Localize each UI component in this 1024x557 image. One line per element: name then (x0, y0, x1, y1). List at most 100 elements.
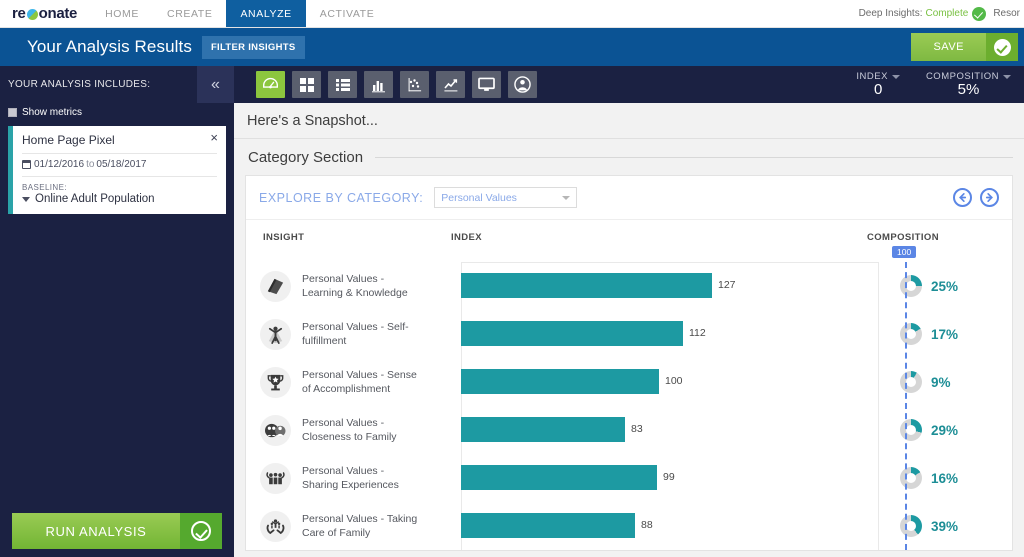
composition-value: 17% (931, 327, 958, 342)
index-bar-cell[interactable]: 99 (461, 454, 879, 502)
index-bar[interactable] (461, 513, 635, 538)
composition-donut-icon (900, 371, 922, 393)
insight-label-line1: Personal Values - (302, 417, 384, 429)
account-menu-label[interactable]: Resor (993, 8, 1020, 19)
sidebar-collapse-button[interactable]: « (197, 66, 234, 103)
run-analysis-confirm-icon[interactable] (180, 513, 222, 549)
book-icon (260, 271, 291, 302)
next-category-button[interactable] (980, 188, 999, 207)
person-arms-raised-icon (260, 319, 291, 350)
nav-item-create[interactable]: CREATE (153, 0, 226, 27)
index-bar-cell[interactable]: 112 (461, 310, 879, 358)
index-bar[interactable] (461, 273, 712, 298)
composition-cell: 17% (879, 323, 1012, 345)
family-group-icon (260, 415, 291, 446)
person-icon[interactable] (508, 71, 537, 98)
index-bar[interactable] (461, 465, 657, 490)
monitor-icon[interactable] (472, 71, 501, 98)
logo-text-post: onate (39, 5, 78, 22)
sidebar-title: YOUR ANALYSIS INCLUDES: (8, 79, 150, 90)
index-bar-cell[interactable]: 100 (461, 358, 879, 406)
table-row[interactable]: Personal Values - Senseof Accomplishment… (246, 358, 1012, 406)
composition-value: 9% (931, 375, 951, 390)
index-bar-value: 112 (689, 327, 706, 339)
list-icon[interactable] (328, 71, 357, 98)
insight-label: Personal Values - Taking Care of Family (302, 512, 422, 540)
close-icon[interactable]: × (210, 131, 218, 144)
composition-donut-icon (900, 275, 922, 297)
category-pager (953, 188, 999, 207)
nav-item-activate[interactable]: ACTIVATE (306, 0, 389, 27)
index-bar-cell[interactable]: 83 (461, 406, 879, 454)
composition-cell: 25% (879, 275, 1012, 297)
column-header-index: INDEX (451, 232, 867, 262)
composition-cell: 29% (879, 419, 1012, 441)
composition-value: 39% (931, 519, 958, 534)
baseline-selector[interactable]: Online Adult Population (22, 192, 217, 205)
filter-insights-button[interactable]: FILTER INSIGHTS (202, 36, 305, 59)
insight-label-line2: Learning & Knowledge (302, 287, 408, 299)
explore-bar: EXPLORE BY CATEGORY: Personal Values (246, 176, 1012, 220)
chevron-down-icon (892, 75, 900, 79)
snapshot-heading: Here's a Snapshot... (234, 103, 1024, 139)
metric-index[interactable]: INDEX 0 (830, 71, 900, 98)
show-metrics-toggle[interactable]: Show metrics (0, 103, 234, 126)
insight-rows: Personal Values - Learning & Knowledge 127… (246, 262, 1012, 550)
metric-composition-value: 5% (926, 82, 1011, 98)
index-bar[interactable] (461, 321, 683, 346)
composition-donut-icon (900, 323, 922, 345)
grid-icon[interactable] (292, 71, 321, 98)
insight-label: Personal Values - Senseof Accomplishment (302, 368, 422, 396)
insight-label-line1: Personal Values - Taking (302, 513, 417, 525)
index-bar-chart: 100 Personal Values - Learning & Knowledg… (246, 262, 1012, 550)
table-row[interactable]: Personal Values -Closeness to Family8329… (246, 406, 1012, 454)
metric-index-value: 0 (856, 82, 900, 98)
nav-item-analyze[interactable]: ANALYZE (226, 0, 305, 27)
bar-chart-icon[interactable] (364, 71, 393, 98)
category-select[interactable]: Personal Values (434, 187, 577, 208)
table-row[interactable]: Personal Values - Taking Care of Family 88… (246, 502, 1012, 550)
baseline-label: BASELINE: (22, 177, 217, 192)
index-bar-cell[interactable]: 88 (461, 502, 879, 550)
save-button[interactable]: SAVE (911, 33, 1018, 61)
index-bar[interactable] (461, 417, 625, 442)
composition-cell: 9% (879, 371, 1012, 393)
insight-cell: Personal Values -Sharing Experiences (246, 463, 461, 494)
composition-cell: 39% (879, 515, 1012, 537)
hands-family-icon (260, 511, 291, 542)
check-circle-icon (972, 7, 986, 21)
dashboard-icon[interactable] (256, 71, 285, 98)
table-row[interactable]: Personal Values -Sharing Experiences9916… (246, 454, 1012, 502)
main-content: INDEX 0 COMPOSITION 5% Here's a Snapshot… (234, 66, 1024, 557)
view-toolbar: INDEX 0 COMPOSITION 5% (234, 66, 1024, 103)
index-bar[interactable] (461, 369, 659, 394)
metric-composition[interactable]: COMPOSITION 5% (900, 71, 1011, 98)
insight-label-line2: Care of Family (302, 527, 370, 539)
logo-text-pre: re (12, 5, 26, 22)
table-row[interactable]: Personal Values - Self-fulfillment 112 17% (246, 310, 1012, 358)
line-chart-icon[interactable] (436, 71, 465, 98)
previous-category-button[interactable] (953, 188, 972, 207)
chevron-down-icon (562, 196, 570, 200)
three-people-icon (260, 463, 291, 494)
resonate-logo[interactable]: reonate (0, 0, 91, 27)
metrics-summary: INDEX 0 COMPOSITION 5% (830, 71, 1024, 98)
index-bar-value: 127 (718, 279, 736, 291)
insight-label-line1: Personal Values - (302, 273, 384, 285)
insight-cell: Personal Values - Senseof Accomplishment (246, 367, 461, 398)
insight-label: Personal Values - Self-fulfillment (302, 320, 422, 348)
checkbox-icon[interactable] (8, 108, 17, 117)
insight-label-line1: Personal Values - Sense (302, 369, 417, 381)
check-circle-icon (994, 39, 1011, 56)
nav-item-home[interactable]: HOME (91, 0, 153, 27)
insight-label: Personal Values - Learning & Knowledge (302, 272, 422, 300)
save-button-label: SAVE (911, 33, 986, 61)
sidebar-header: YOUR ANALYSIS INCLUDES: « (0, 66, 234, 103)
table-row[interactable]: Personal Values - Learning & Knowledge 127… (246, 262, 1012, 310)
index-bar-cell[interactable]: 127 (461, 262, 879, 310)
save-confirm-icon[interactable] (986, 33, 1018, 61)
run-analysis-button[interactable]: RUN ANALYSIS (12, 513, 222, 549)
scatter-plot-icon[interactable] (400, 71, 429, 98)
insight-label-line2: fulfillment (302, 335, 346, 347)
analysis-card[interactable]: Home Page Pixel × 01/12/2016 to 05/18/20… (8, 126, 226, 214)
